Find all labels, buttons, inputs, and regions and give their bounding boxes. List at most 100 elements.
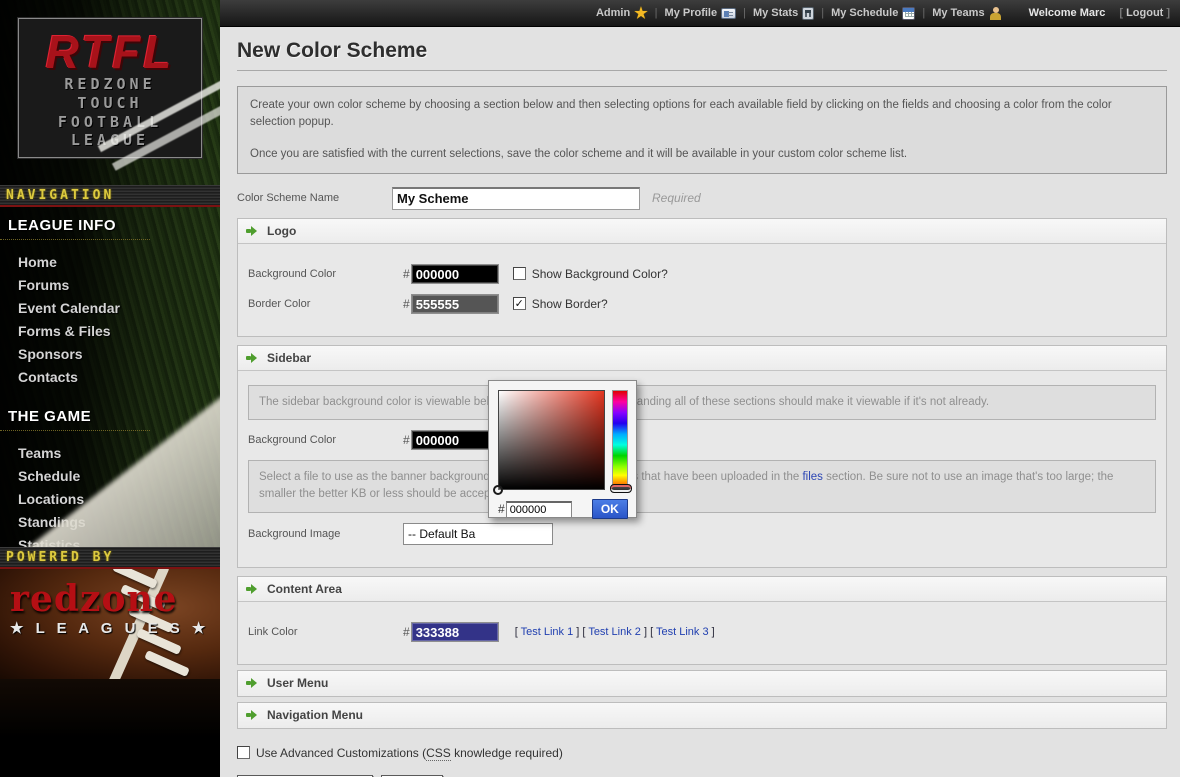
logout-link[interactable]: Logout — [1126, 7, 1163, 19]
background-image-select[interactable]: -- Default Ba — [403, 523, 553, 545]
logo-border-color-row: Border Color # 555555 ✓ Show Border? — [248, 294, 1156, 314]
logo-background-color-swatch[interactable]: 000000 — [411, 264, 499, 284]
intro-paragraph-2: Once you are satisfied with the current … — [250, 146, 1154, 163]
section-logo-header[interactable]: Logo — [238, 219, 1166, 244]
advanced-customizations-label: Use Advanced Customizations (CSS knowled… — [256, 746, 563, 760]
color-selector-circle-icon[interactable] — [493, 485, 503, 495]
section-logo: Logo Background Color # 000000 Show Back… — [237, 218, 1167, 337]
section-navigation-menu-header[interactable]: Navigation Menu — [238, 703, 1166, 728]
test-links: [ Test Link 1 ] [ Test Link 2 ] [ Test L… — [515, 626, 715, 638]
topbar-separator: | — [821, 7, 824, 19]
topbar-my-teams[interactable]: My Teams — [929, 7, 1004, 20]
green-arrow-icon — [246, 710, 257, 720]
leagues-logo-text: ★ L E A G U E S ★ — [10, 619, 209, 637]
topbar: Admin ★ | My Profile | My Stats | My Sch… — [220, 0, 1180, 27]
topbar-my-stats[interactable]: My Stats — [750, 7, 817, 20]
powered-by-logo-zone: redzone ★ L E A G U E S ★ — [0, 569, 220, 679]
green-arrow-icon — [246, 584, 257, 594]
ok-button[interactable]: OK — [592, 499, 628, 519]
background-image-label: Background Image — [248, 528, 403, 540]
section-sidebar: Sidebar The sidebar background color is … — [237, 345, 1167, 568]
hash-symbol: # — [403, 267, 410, 281]
navigation-banner: NAVIGATION — [0, 185, 220, 207]
sidebar-item-home[interactable]: Home — [0, 250, 220, 273]
section-user-menu: User Menu — [237, 670, 1167, 697]
section-sidebar-title: Sidebar — [267, 351, 311, 365]
welcome-text: Welcome Marc — [1029, 7, 1106, 19]
note-text: Select a file to use as the banner backg… — [259, 471, 493, 483]
green-arrow-icon — [246, 353, 257, 363]
nav-section-league-info: LEAGUE INFO — [0, 207, 150, 240]
calculator-icon — [802, 7, 814, 20]
files-link[interactable]: files — [802, 471, 822, 483]
link-color-swatch[interactable]: 333388 — [411, 622, 499, 642]
sidebar-item-forms-files[interactable]: Forms & Files — [0, 319, 220, 342]
section-user-menu-title: User Menu — [267, 676, 328, 690]
color-picker-footer: # OK — [498, 499, 628, 519]
section-navigation-menu-title: Navigation Menu — [267, 708, 363, 722]
page-title: New Color Scheme — [237, 39, 1167, 71]
test-link-2[interactable]: Test Link 2 — [588, 626, 641, 638]
check-icon: ✓ — [515, 297, 524, 310]
section-user-menu-header[interactable]: User Menu — [238, 671, 1166, 696]
background-image-note: Select a file to use as the banner backg… — [248, 460, 1156, 513]
section-navigation-menu: Navigation Menu — [237, 702, 1167, 729]
sidebar-field-background: RTFL REDZONE TOUCH FOOTBALL LEAGUE — [0, 0, 220, 185]
show-border-checkbox[interactable]: ✓ — [513, 297, 526, 310]
background-image-row: Background Image -- Default Ba — [248, 523, 1156, 545]
test-link-1[interactable]: Test Link 1 — [521, 626, 574, 638]
section-sidebar-header[interactable]: Sidebar — [238, 346, 1166, 371]
background-color-label: Background Color — [248, 434, 403, 446]
sidebar-item-event-calendar[interactable]: Event Calendar — [0, 296, 220, 319]
topbar-my-stats-label: My Stats — [753, 7, 798, 19]
topbar-my-profile[interactable]: My Profile — [662, 7, 740, 19]
hex-color-input[interactable] — [506, 501, 572, 518]
sidebar-item-contacts[interactable]: Contacts — [0, 365, 220, 388]
saturation-value-square[interactable] — [498, 390, 605, 490]
section-content-area: Content Area Link Color # 333388 [ Test … — [237, 576, 1167, 665]
note-text: files that have been uploaded in the — [614, 471, 802, 483]
advanced-customizations-row: Use Advanced Customizations (CSS knowled… — [237, 746, 1167, 760]
sidebar-item-forums[interactable]: Forums — [0, 273, 220, 296]
intro-paragraph-1: Create your own color scheme by choosing… — [250, 97, 1154, 132]
background-color-label: Background Color — [248, 268, 403, 280]
sidebar-item-sponsors[interactable]: Sponsors — [0, 342, 220, 365]
section-logo-title: Logo — [267, 224, 296, 238]
hash-symbol: # — [498, 502, 505, 516]
hash-symbol: # — [403, 297, 410, 311]
link-color-row: Link Color # 333388 [ Test Link 1 ] [ Te… — [248, 622, 1156, 642]
topbar-my-teams-label: My Teams — [932, 7, 984, 19]
show-background-color-checkbox[interactable] — [513, 267, 526, 280]
section-sidebar-body: The sidebar background color is viewable… — [238, 371, 1166, 567]
show-background-color-label: Show Background Color? — [532, 267, 668, 281]
hash-symbol: # — [403, 433, 410, 447]
section-content-area-body: Link Color # 333388 [ Test Link 1 ] [ Te… — [238, 602, 1166, 664]
topbar-separator: | — [743, 7, 746, 19]
link-color-label: Link Color — [248, 626, 403, 638]
hue-slider[interactable] — [612, 390, 628, 490]
main-content: New Color Scheme Create your own color s… — [220, 27, 1180, 777]
required-note: Required — [652, 191, 701, 205]
topbar-admin[interactable]: Admin ★ — [593, 6, 651, 21]
color-scheme-name-input[interactable] — [392, 187, 640, 210]
border-color-label: Border Color — [248, 298, 403, 310]
powered-by-banner: POWERED BY — [0, 547, 220, 569]
test-link-3[interactable]: Test Link 3 — [656, 626, 709, 638]
topbar-admin-label: Admin — [596, 7, 630, 19]
sidebar-background-color-swatch[interactable]: 000000 — [411, 430, 499, 450]
advanced-customizations-checkbox[interactable] — [237, 746, 250, 759]
redzone-leagues-logo[interactable]: redzone ★ L E A G U E S ★ — [10, 583, 209, 637]
sidebar: RTFL REDZONE TOUCH FOOTBALL LEAGUE NAVIG… — [0, 0, 220, 777]
logo-border-color-swatch[interactable]: 555555 — [411, 294, 499, 314]
section-logo-body: Background Color # 000000 Show Backgroun… — [238, 244, 1166, 336]
green-arrow-icon — [246, 226, 257, 236]
color-scheme-name-row: Color Scheme Name Required — [237, 187, 1167, 210]
sidebar-note: The sidebar background color is viewable… — [248, 385, 1156, 420]
logout-bracket: ] — [1166, 7, 1170, 19]
section-content-area-header[interactable]: Content Area — [238, 577, 1166, 602]
topbar-my-schedule[interactable]: My Schedule — [828, 7, 918, 20]
sidebar-nav: LEAGUE INFO Home Forums Event Calendar F… — [0, 207, 220, 547]
hue-slider-handle[interactable] — [610, 484, 632, 493]
profile-card-icon — [721, 8, 736, 19]
calendar-icon — [902, 7, 915, 20]
